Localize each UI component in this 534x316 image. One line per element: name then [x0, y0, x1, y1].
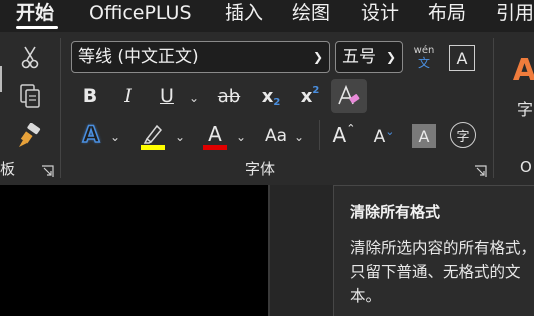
- font-dialog-launcher[interactable]: [474, 163, 487, 177]
- launcher-icon: [42, 165, 54, 177]
- tab-insert[interactable]: 插入: [225, 0, 263, 28]
- font-size-dropdown[interactable]: 五号 ❯: [335, 41, 403, 73]
- partial-group-glyph: 字: [517, 100, 534, 119]
- tab-officeplus[interactable]: OfficePLUS: [89, 0, 192, 28]
- font-name-dropdown[interactable]: 等线 (中文正文) ❯: [71, 41, 330, 73]
- character-border-icon: A: [456, 48, 468, 68]
- tool-separator: [319, 120, 320, 150]
- ribbon: 板 等线 (中文正文) ❯ 五号 ❯ wén 文 A B I U ⌄ ab x …: [0, 32, 534, 185]
- orange-a-icon: A: [512, 52, 534, 88]
- character-shading-button[interactable]: A: [412, 124, 436, 148]
- font-color-button[interactable]: A: [201, 120, 229, 152]
- clear-formatting-icon: [338, 84, 360, 105]
- superscript-mark: 2: [312, 84, 320, 96]
- change-case-icon: Aa: [264, 126, 288, 146]
- grow-font-icon: A: [332, 123, 347, 147]
- underline-icon: U: [160, 85, 174, 107]
- launcher-icon: [475, 165, 487, 177]
- caret-up-icon: ⌃: [346, 121, 356, 135]
- font-color-swatch: [203, 144, 227, 150]
- clear-formatting-tooltip: 清除所有格式 清除所选内容的所有格式，只留下普通、无格式的文本。: [333, 185, 534, 316]
- clipboard-dialog-launcher[interactable]: [41, 163, 54, 177]
- caret-down-icon: ⌄: [385, 124, 395, 138]
- text-effects-chevron[interactable]: ⌄: [110, 130, 120, 144]
- group-separator: [60, 38, 61, 178]
- clipboard-group-label: 板: [0, 160, 16, 178]
- text-effects-button[interactable]: A: [77, 120, 105, 150]
- paste-button-edge[interactable]: [0, 66, 6, 92]
- shrink-font-button[interactable]: A ⌄: [370, 122, 398, 152]
- tab-references[interactable]: 引用: [496, 0, 534, 28]
- tooltip-description: 清除所选内容的所有格式，只留下普通、无格式的文本。: [350, 239, 534, 305]
- cut-button[interactable]: [17, 44, 43, 70]
- tab-design[interactable]: 设计: [361, 0, 399, 28]
- italic-button[interactable]: I: [116, 81, 140, 111]
- font-size-value: 五号: [342, 47, 376, 67]
- text-effects-icon: A: [82, 122, 101, 149]
- active-tab-indicator: [16, 26, 58, 29]
- chevron-down-icon: ❯: [385, 50, 396, 64]
- subscript-mark: 2: [273, 96, 281, 108]
- change-case-button[interactable]: Aa: [261, 122, 291, 150]
- tab-draw[interactable]: 绘图: [292, 0, 330, 28]
- superscript-button[interactable]: x 2: [297, 81, 323, 111]
- format-painter-icon: [19, 123, 41, 147]
- underline-button[interactable]: U: [154, 81, 180, 111]
- font-group-label: 字体: [245, 160, 276, 178]
- page-edge: [268, 185, 270, 316]
- italic-icon: I: [124, 85, 132, 107]
- font-name-value: 等线 (中文正文): [78, 47, 199, 67]
- format-painter-button[interactable]: [16, 122, 44, 150]
- font-color-icon: A: [208, 121, 222, 146]
- character-shading-icon: A: [418, 126, 430, 146]
- partial-group-label: O: [520, 158, 532, 176]
- phonetic-guide-button[interactable]: wén 文: [411, 42, 437, 72]
- change-case-chevron[interactable]: ⌄: [294, 130, 304, 144]
- chevron-down-icon: ❯: [312, 50, 323, 64]
- phonetic-bottom-text: 文: [417, 55, 430, 70]
- copy-icon: [20, 84, 40, 108]
- clear-formatting-button[interactable]: [331, 79, 367, 113]
- subscript-button[interactable]: x 2: [258, 81, 284, 111]
- tooltip-title: 清除所有格式: [350, 203, 441, 221]
- tab-layout[interactable]: 布局: [428, 0, 466, 28]
- font-color-chevron[interactable]: ⌄: [236, 130, 246, 144]
- scissors-icon: [21, 46, 39, 69]
- enclose-characters-icon: 字: [456, 129, 470, 145]
- highlight-color-chevron[interactable]: ⌄: [175, 130, 185, 144]
- grow-font-button[interactable]: A ⌃: [330, 120, 358, 150]
- bold-icon: B: [82, 85, 98, 107]
- superscript-icon: x: [300, 85, 313, 107]
- underline-options-chevron[interactable]: ⌄: [189, 91, 199, 105]
- partial-orange-icon[interactable]: A: [512, 52, 534, 88]
- strikethrough-button[interactable]: ab: [214, 81, 244, 111]
- shrink-font-icon: A: [373, 127, 386, 147]
- subscript-icon: x: [261, 85, 274, 107]
- highlight-color-swatch: [141, 145, 165, 150]
- enclose-characters-button[interactable]: 字: [450, 122, 476, 148]
- ribbon-tab-bar: 开始 OfficePLUS 插入 绘图 设计 布局 引用: [0, 0, 534, 32]
- strikethrough-icon: ab: [217, 85, 241, 107]
- phonetic-top-text: wén: [413, 44, 435, 56]
- tab-home[interactable]: 开始: [16, 0, 54, 28]
- bold-button[interactable]: B: [78, 81, 102, 111]
- copy-button[interactable]: [17, 82, 43, 110]
- group-separator: [493, 38, 494, 178]
- highlight-color-button[interactable]: [139, 120, 167, 152]
- character-border-button[interactable]: A: [449, 45, 475, 71]
